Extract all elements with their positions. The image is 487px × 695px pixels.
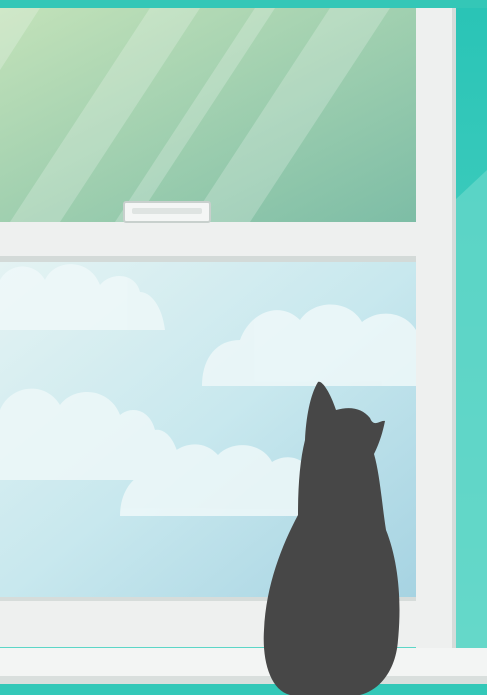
sash-lock <box>123 201 211 223</box>
wall-highlight <box>455 170 487 695</box>
window-scene <box>0 0 487 695</box>
windowsill <box>0 648 487 695</box>
